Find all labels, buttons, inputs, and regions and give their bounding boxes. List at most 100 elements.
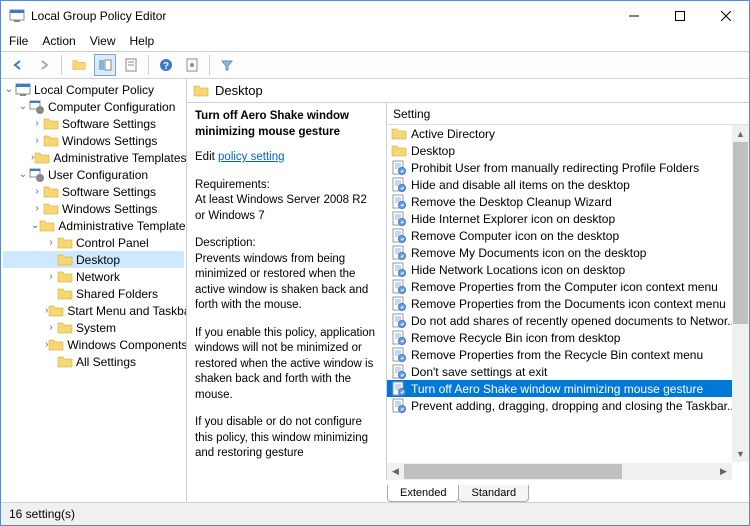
list-row[interactable]: Active Directory bbox=[387, 125, 732, 142]
requirements-text: At least Windows Server 2008 R2 or Windo… bbox=[195, 193, 378, 224]
list-row[interactable]: Hide Internet Explorer icon on desktop bbox=[387, 210, 732, 227]
detail-header: Desktop bbox=[187, 79, 749, 103]
help-button[interactable]: ? bbox=[155, 54, 177, 76]
tab-standard[interactable]: Standard bbox=[458, 485, 529, 502]
tree-node[interactable]: ⌄ Administrative Templates bbox=[3, 217, 184, 234]
list-row[interactable]: Turn off Aero Shake window minimizing mo… bbox=[387, 380, 732, 397]
list-row[interactable]: Remove the Desktop Cleanup Wizard bbox=[387, 193, 732, 210]
list-row[interactable]: Prevent adding, dragging, dropping and c… bbox=[387, 397, 732, 414]
list-row[interactable]: Remove My Documents icon on the desktop bbox=[387, 244, 732, 261]
tree-label: Administrative Templates bbox=[58, 219, 187, 233]
list-row[interactable]: Hide and disable all items on the deskto… bbox=[387, 176, 732, 193]
column-header-setting[interactable]: Setting bbox=[387, 103, 749, 125]
tree-node[interactable]: ⌄ User Configuration bbox=[3, 166, 184, 183]
horizontal-scrollbar[interactable]: ◀ ▶ bbox=[387, 463, 732, 480]
titlebar: Local Group Policy Editor bbox=[1, 1, 749, 31]
tree-node[interactable]: Shared Folders bbox=[3, 285, 184, 302]
policy-icon bbox=[391, 160, 407, 176]
expander-icon[interactable]: ⌄ bbox=[17, 101, 29, 112]
tree-label: Windows Components bbox=[67, 338, 187, 352]
expander-icon[interactable]: ⌄ bbox=[31, 220, 39, 231]
edit-policy-link[interactable]: policy setting bbox=[218, 151, 284, 163]
folder-icon bbox=[48, 303, 64, 319]
tree-node[interactable]: › Software Settings bbox=[3, 183, 184, 200]
tab-extended[interactable]: Extended bbox=[387, 485, 459, 502]
menu-file[interactable]: File bbox=[9, 34, 28, 48]
list-row[interactable]: Prohibit User from manually redirecting … bbox=[387, 159, 732, 176]
tree-node[interactable]: ›Network bbox=[3, 268, 184, 285]
list-row-label: Turn off Aero Shake window minimizing mo… bbox=[411, 382, 703, 396]
expander-icon[interactable]: ⌄ bbox=[3, 84, 15, 95]
menu-action[interactable]: Action bbox=[42, 34, 75, 48]
tree-node[interactable]: ›Windows Components bbox=[3, 336, 184, 353]
tree-node[interactable]: ⌄Local Computer Policy bbox=[3, 81, 184, 98]
policy-icon bbox=[391, 313, 407, 329]
list-row-label: Remove Computer icon on the desktop bbox=[411, 229, 619, 243]
options-button[interactable] bbox=[181, 54, 203, 76]
tree-node[interactable]: ›Control Panel bbox=[3, 234, 184, 251]
tree-node[interactable]: ›Windows Settings bbox=[3, 132, 184, 149]
folder-icon bbox=[57, 286, 73, 302]
list-row-label: Remove Properties from the Computer icon… bbox=[411, 280, 718, 294]
list-row[interactable]: Don't save settings at exit bbox=[387, 363, 732, 380]
folder-icon bbox=[34, 150, 50, 166]
maximize-button[interactable] bbox=[657, 1, 703, 31]
policy-icon bbox=[391, 177, 407, 193]
tree-node[interactable]: ›Start Menu and Taskbar bbox=[3, 302, 184, 319]
properties-button[interactable] bbox=[120, 54, 142, 76]
expander-icon[interactable]: › bbox=[45, 322, 57, 333]
tree-node[interactable]: ⌄Computer Configuration bbox=[3, 98, 184, 115]
tree-node[interactable]: ›Windows Settings bbox=[3, 200, 184, 217]
scroll-left-icon[interactable]: ◀ bbox=[387, 463, 404, 480]
folder-icon bbox=[57, 252, 73, 268]
filter-button[interactable] bbox=[216, 54, 238, 76]
show-tree-button[interactable] bbox=[94, 54, 116, 76]
minimize-button[interactable] bbox=[611, 1, 657, 31]
list-row-label: Remove Properties from the Documents ico… bbox=[411, 297, 726, 311]
expander-icon[interactable]: › bbox=[31, 118, 43, 129]
expander-icon[interactable]: › bbox=[31, 135, 43, 146]
tree-label: User Configuration bbox=[48, 168, 148, 182]
description-pane: Turn off Aero Shake window minimizing mo… bbox=[187, 103, 387, 480]
list-row[interactable]: Remove Recycle Bin icon from desktop bbox=[387, 329, 732, 346]
policy-icon bbox=[391, 381, 407, 397]
vertical-scrollbar[interactable]: ▲ ▼ bbox=[732, 125, 749, 462]
tree-node[interactable]: ›Software Settings bbox=[3, 115, 184, 132]
folder-up-button[interactable] bbox=[68, 54, 90, 76]
back-button[interactable] bbox=[7, 54, 29, 76]
folder-icon bbox=[43, 133, 59, 149]
tree-label: Shared Folders bbox=[76, 287, 158, 301]
menu-help[interactable]: Help bbox=[130, 34, 155, 48]
close-button[interactable] bbox=[703, 1, 749, 31]
edit-label: Edit bbox=[195, 151, 215, 163]
list-row[interactable]: Remove Computer icon on the desktop bbox=[387, 227, 732, 244]
menubar: File Action View Help bbox=[1, 31, 749, 51]
folder-icon bbox=[43, 116, 59, 132]
expander-icon[interactable]: › bbox=[45, 271, 57, 282]
toolbar: ? bbox=[1, 51, 749, 79]
tree-label: Software Settings bbox=[62, 185, 156, 199]
expander-icon[interactable]: › bbox=[31, 203, 43, 214]
list-row[interactable]: Hide Network Locations icon on desktop bbox=[387, 261, 732, 278]
list-row[interactable]: Remove Properties from the Recycle Bin c… bbox=[387, 346, 732, 363]
list-row[interactable]: Remove Properties from the Computer icon… bbox=[387, 278, 732, 295]
tree-node[interactable]: Desktop bbox=[3, 251, 184, 268]
tree-node[interactable]: All Settings bbox=[3, 353, 184, 370]
scroll-right-icon[interactable]: ▶ bbox=[715, 463, 732, 480]
list-row[interactable]: Desktop bbox=[387, 142, 732, 159]
tree-node[interactable]: ›System bbox=[3, 319, 184, 336]
scroll-up-icon[interactable]: ▲ bbox=[732, 125, 749, 142]
scroll-down-icon[interactable]: ▼ bbox=[732, 445, 749, 462]
tree-pane[interactable]: ⌄Local Computer Policy⌄Computer Configur… bbox=[1, 79, 187, 502]
expander-icon[interactable]: ⌄ bbox=[17, 169, 29, 180]
list-row[interactable]: Remove Properties from the Documents ico… bbox=[387, 295, 732, 312]
list-row-label: Hide Network Locations icon on desktop bbox=[411, 263, 625, 277]
list-row[interactable]: Do not add shares of recently opened doc… bbox=[387, 312, 732, 329]
expander-icon[interactable]: › bbox=[31, 186, 43, 197]
menu-view[interactable]: View bbox=[90, 34, 116, 48]
folder-icon bbox=[43, 201, 59, 217]
policy-icon bbox=[391, 347, 407, 363]
expander-icon[interactable]: › bbox=[45, 237, 57, 248]
forward-button[interactable] bbox=[33, 54, 55, 76]
tree-node[interactable]: ›Administrative Templates bbox=[3, 149, 184, 166]
